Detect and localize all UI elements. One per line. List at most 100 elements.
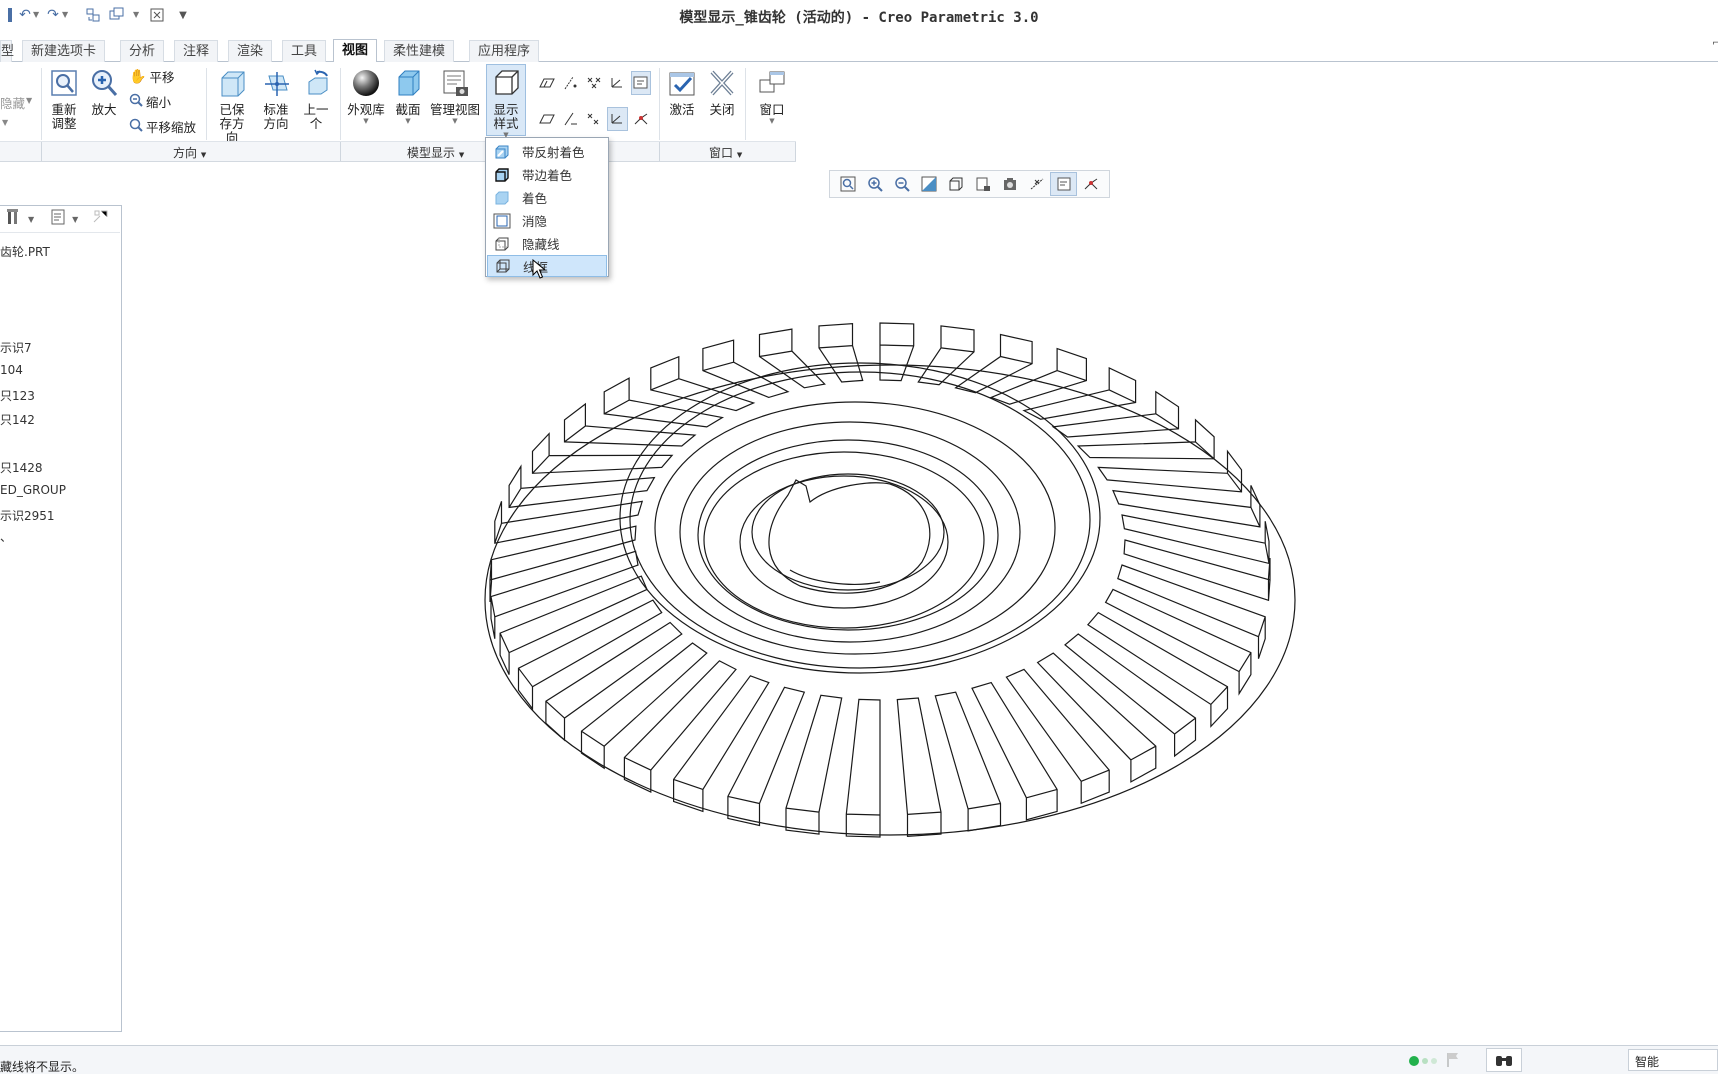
point-tag-icon[interactable] bbox=[584, 107, 603, 131]
creo-window: ↶ ▼ ↷ ▼ ▼ ▼ 模型显示_锥齿轮 (活动的) - Creo Parame… bbox=[0, 0, 1718, 1074]
spin-center-toggle-icon[interactable] bbox=[1077, 172, 1104, 196]
window-button[interactable]: 窗口 ▼ bbox=[752, 66, 792, 125]
close-button[interactable]: 关闭 bbox=[704, 66, 740, 117]
tab-annotate[interactable]: 注释 bbox=[174, 40, 219, 62]
wireframe-icon bbox=[493, 257, 513, 275]
gear-tooth bbox=[1022, 366, 1137, 420]
tree-item[interactable]: 示识7 bbox=[0, 339, 32, 356]
pan-zoom-label: 平移缩放 bbox=[146, 120, 197, 135]
gear-tooth bbox=[971, 681, 1058, 821]
gear-tooth bbox=[490, 550, 639, 639]
refit-button[interactable]: 重新调整 bbox=[46, 66, 82, 131]
plane-display-icon[interactable] bbox=[537, 71, 556, 95]
group-model-display-dropdown-icon: ▼ bbox=[458, 151, 465, 159]
gear-tooth bbox=[563, 402, 697, 447]
tab-flexible-modeling[interactable]: 柔性建模 bbox=[384, 40, 455, 62]
saved-orientations-button[interactable]: 已保存方向 bbox=[212, 66, 252, 145]
group-model-display[interactable]: 模型显示 ▼ bbox=[407, 144, 464, 161]
annotation-display-icon[interactable] bbox=[630, 71, 651, 95]
separator bbox=[340, 142, 341, 161]
gear-tooth bbox=[934, 691, 1002, 832]
section-button[interactable]: 截面 ▼ bbox=[390, 66, 426, 125]
tab-model[interactable]: 型 bbox=[0, 40, 14, 62]
tree-item[interactable]: 示识2951 bbox=[0, 507, 55, 524]
appearance-gallery-label: 外观库 bbox=[347, 102, 385, 117]
tab-tools[interactable]: 工具 bbox=[282, 40, 327, 62]
menu-item-hidden-line[interactable]: 隐藏线 bbox=[487, 232, 607, 255]
appearance-dropdown-icon: ▼ bbox=[363, 117, 369, 125]
pan-zoom-icon bbox=[129, 118, 143, 135]
tree-item[interactable]: 只123 bbox=[0, 387, 35, 404]
tree-item[interactable]: ED_GROUP bbox=[0, 483, 66, 497]
menu-item-shading-with-reflections[interactable]: 带反射着色 bbox=[487, 140, 607, 163]
repaint-icon[interactable] bbox=[915, 172, 942, 196]
separator bbox=[340, 68, 341, 140]
hide-dropdown-icon[interactable]: ▼ bbox=[26, 96, 32, 105]
tree-item[interactable]: 只1428 bbox=[0, 459, 43, 476]
axis-display-icon[interactable] bbox=[560, 71, 579, 95]
model-tree-toolbar: ▼ ▼ bbox=[6, 208, 110, 230]
tree-item[interactable]: 104 bbox=[0, 363, 23, 377]
display-style-button[interactable]: 显示样式 ▼ bbox=[486, 66, 526, 139]
activate-button[interactable]: 激活 bbox=[664, 66, 700, 117]
gear-tooth bbox=[499, 575, 648, 675]
csys-display-icon[interactable] bbox=[607, 71, 626, 95]
view-manager-icon[interactable] bbox=[969, 172, 996, 196]
section-view-icon[interactable] bbox=[996, 172, 1023, 196]
menu-item-shading-with-edges[interactable]: 带边着色 bbox=[487, 163, 607, 186]
gear-tooth bbox=[845, 698, 881, 838]
pan-zoom-button[interactable]: 平移缩放 bbox=[129, 117, 196, 136]
menu-item-shading[interactable]: 着色 bbox=[487, 186, 607, 209]
spin-center-icon[interactable] bbox=[632, 107, 651, 131]
regen-status-indicator bbox=[1409, 1056, 1437, 1066]
saved-orientation-icon[interactable] bbox=[942, 172, 969, 196]
show-dropdown-icon[interactable]: ▼ bbox=[72, 215, 78, 224]
pan-button[interactable]: ✋ 平移 bbox=[129, 67, 174, 86]
previous-view-button[interactable]: 上一个 bbox=[298, 66, 334, 131]
zoom-out-button[interactable]: 缩小 bbox=[129, 92, 171, 111]
annotation-filter-icon[interactable] bbox=[1050, 172, 1077, 196]
plane-tag-icon[interactable] bbox=[537, 107, 556, 131]
axis-tag-icon[interactable] bbox=[560, 107, 579, 131]
tab-new[interactable]: 新建选项卡 bbox=[22, 40, 106, 62]
tab-render[interactable]: 渲染 bbox=[228, 40, 273, 62]
gear-tooth bbox=[702, 339, 790, 399]
appearance-gallery-button[interactable]: 外观库 ▼ bbox=[345, 66, 387, 125]
tab-applications[interactable]: 应用程序 bbox=[469, 40, 540, 62]
tree-item-part[interactable]: 齿轮.PRT bbox=[0, 243, 50, 260]
gear-wireframe-model[interactable] bbox=[470, 270, 1310, 930]
manage-views-button[interactable]: 管理视图 ▼ bbox=[428, 66, 482, 125]
zoom-in-icon[interactable] bbox=[861, 172, 888, 196]
standard-orientation-button[interactable]: 标准方向 bbox=[256, 66, 296, 131]
group-window[interactable]: 窗口 ▼ bbox=[709, 144, 742, 161]
menu-item-label: 消隐 bbox=[522, 214, 548, 229]
gear-tooth bbox=[673, 675, 770, 813]
datum-display-icon[interactable] bbox=[1023, 172, 1050, 196]
tree-item[interactable]: 、 bbox=[0, 528, 12, 545]
filter-icon[interactable] bbox=[92, 208, 110, 230]
selection-filter-select[interactable]: 智能 bbox=[1628, 1049, 1718, 1071]
flag-icon[interactable] bbox=[1446, 1052, 1460, 1068]
find-button[interactable] bbox=[1486, 1048, 1522, 1072]
point-display-icon[interactable] bbox=[584, 71, 603, 95]
gear-tooth bbox=[1104, 588, 1252, 696]
tab-view[interactable]: 视图 bbox=[333, 39, 378, 62]
menu-item-no-hidden[interactable]: 消隐 bbox=[487, 209, 607, 232]
shading-icon bbox=[492, 189, 512, 207]
hide-button[interactable]: 隐藏 bbox=[0, 93, 25, 112]
shading-edges-icon bbox=[492, 166, 512, 184]
group-window-label: 窗口 bbox=[709, 146, 734, 160]
zoom-in-button[interactable]: 放大 bbox=[86, 66, 122, 117]
refit-icon[interactable] bbox=[834, 172, 861, 196]
shading-reflections-icon bbox=[492, 143, 512, 161]
zoom-out-icon[interactable] bbox=[888, 172, 915, 196]
tab-analysis[interactable]: 分析 bbox=[120, 40, 165, 62]
tree-item[interactable]: 只142 bbox=[0, 411, 35, 428]
settings-icon[interactable] bbox=[6, 208, 22, 230]
display-style-icon bbox=[489, 66, 523, 100]
csys-tag-icon[interactable] bbox=[607, 107, 628, 131]
show-icon[interactable] bbox=[50, 209, 66, 229]
group-orientation[interactable]: 方向 ▼ bbox=[173, 144, 206, 161]
settings-dropdown-icon[interactable]: ▼ bbox=[28, 215, 34, 224]
hide-more-icon[interactable]: ▼ bbox=[2, 118, 8, 127]
